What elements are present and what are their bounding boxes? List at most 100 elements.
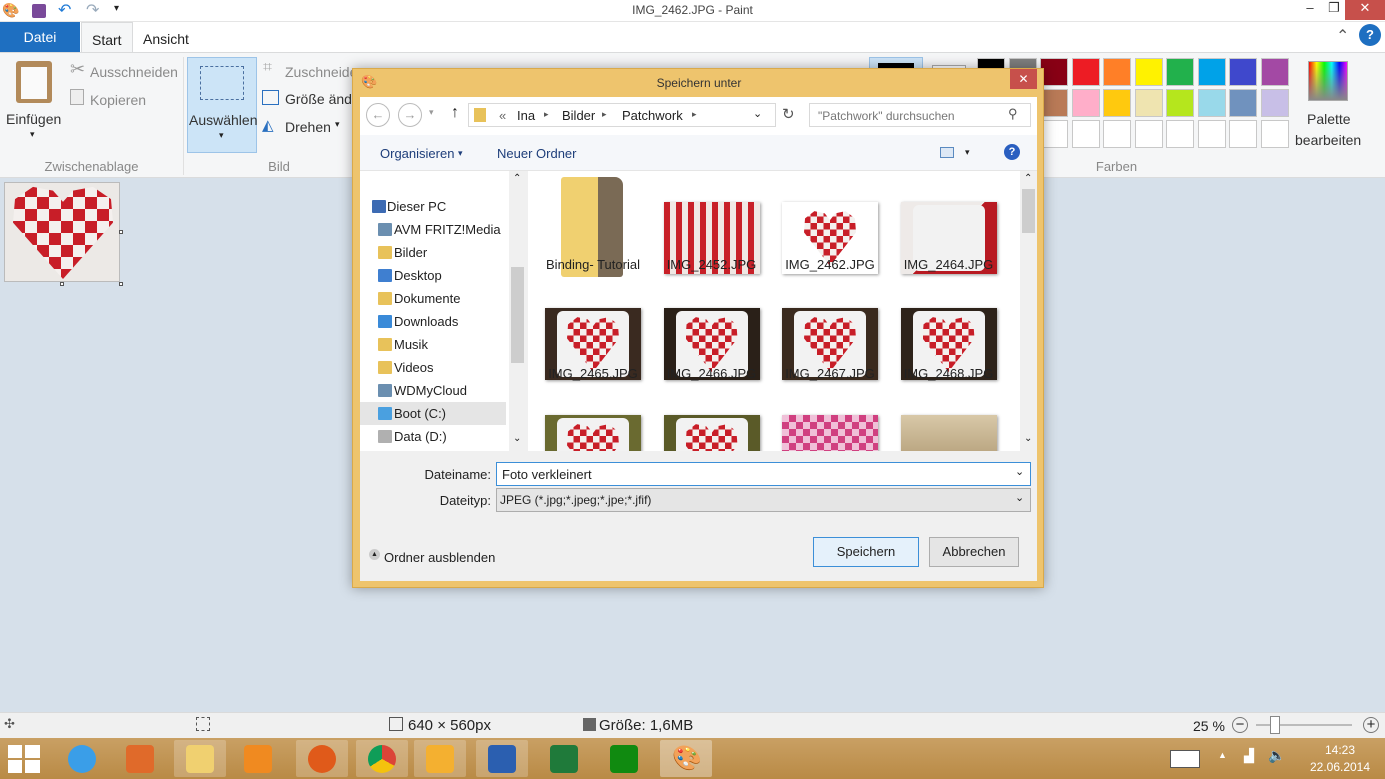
file-item[interactable]: IMG_2467.JPG: [771, 284, 889, 388]
show-hidden-icons[interactable]: ▲: [1218, 750, 1227, 760]
taskbar-file-explorer[interactable]: [174, 740, 226, 777]
color-swatch[interactable]: [1134, 58, 1163, 86]
collapse-ribbon-icon[interactable]: ⌃: [1336, 26, 1349, 46]
rotate-button[interactable]: Drehen: [285, 119, 331, 135]
nav-item[interactable]: WDMyCloud: [360, 379, 506, 402]
network-icon[interactable]: ▟: [1244, 748, 1254, 764]
chevron-up-icon[interactable]: ▲: [369, 549, 380, 560]
resize-handle[interactable]: [119, 282, 123, 286]
file-item[interactable]: [653, 391, 771, 451]
scroll-down-icon[interactable]: ⌄: [513, 433, 521, 444]
tab-datei[interactable]: Datei: [0, 22, 80, 52]
zoom-in-button[interactable]: +: [1363, 717, 1379, 733]
nav-item[interactable]: Downloads: [360, 310, 506, 333]
filetype-select[interactable]: JPEG (*.jpg;*.jpeg;*.jpe;*.jfif) ⌄: [496, 488, 1031, 512]
breadcrumb-ina[interactable]: Ina: [517, 108, 535, 123]
taskbar-outlook[interactable]: [414, 740, 466, 777]
nav-item[interactable]: Videos: [360, 356, 506, 379]
nav-scroll-thumb[interactable]: [511, 267, 524, 363]
breadcrumb-bilder[interactable]: Bilder: [562, 108, 595, 123]
taskbar-internet-explorer[interactable]: [56, 740, 108, 777]
file-item[interactable]: IMG_2465.JPG: [534, 284, 652, 388]
nav-item[interactable]: Desktop: [360, 264, 506, 287]
color-swatch[interactable]: [1040, 89, 1068, 117]
paste-button[interactable]: Einfügen: [6, 111, 61, 127]
color-swatch[interactable]: [1103, 89, 1131, 117]
recent-locations-icon[interactable]: ▾: [429, 107, 434, 118]
nav-item[interactable]: AVM FRITZ!Media: [360, 218, 506, 241]
chevron-right-icon[interactable]: ▸: [692, 109, 697, 120]
refresh-icon[interactable]: ↻: [782, 105, 795, 123]
color-swatch[interactable]: [1071, 58, 1100, 86]
nav-item[interactable]: Dokumente: [360, 287, 506, 310]
color-swatch[interactable]: [1260, 58, 1289, 86]
volume-icon[interactable]: 🔈: [1268, 747, 1285, 764]
color-swatch[interactable]: [1260, 89, 1289, 117]
nav-item[interactable]: Bilder: [360, 241, 506, 264]
taskbar-media-player[interactable]: [232, 740, 284, 777]
edit-palette-label-1[interactable]: Palette: [1307, 111, 1351, 127]
maximize-button[interactable]: ❐: [1320, 0, 1348, 20]
taskbar-firefox[interactable]: [296, 740, 348, 777]
rotate-dropdown-icon[interactable]: ▾: [335, 119, 340, 130]
back-button[interactable]: ←: [366, 103, 390, 127]
close-button[interactable]: ✕: [1345, 0, 1385, 20]
chevron-down-icon[interactable]: ⌄: [1015, 491, 1024, 504]
filename-input[interactable]: Foto verkleinert ⌄: [496, 462, 1031, 486]
color-swatch[interactable]: [1197, 120, 1226, 148]
clock-time[interactable]: 14:23: [1305, 743, 1375, 757]
file-item[interactable]: [890, 391, 1008, 451]
help-icon[interactable]: ?: [1004, 144, 1020, 160]
taskbar-word[interactable]: [476, 740, 528, 777]
new-folder-button[interactable]: Neuer Ordner: [497, 146, 576, 161]
color-swatch[interactable]: [1071, 120, 1100, 148]
chevron-down-icon[interactable]: ⌄: [1015, 465, 1024, 478]
nav-item[interactable]: Data (D:): [360, 425, 506, 448]
taskbar-paint[interactable]: 🎨: [660, 740, 712, 777]
color-swatch[interactable]: [1166, 89, 1194, 117]
files-scroll-thumb[interactable]: [1022, 189, 1035, 233]
file-item[interactable]: IMG_2466.JPG: [653, 284, 771, 388]
up-button[interactable]: ↑: [451, 104, 459, 122]
select-button[interactable]: Auswählen ▾: [187, 57, 258, 153]
zoom-out-button[interactable]: −: [1232, 717, 1248, 733]
file-item[interactable]: IMG_2468.JPG: [890, 284, 1008, 388]
edit-palette-label-2[interactable]: bearbeiten: [1295, 132, 1361, 148]
file-item[interactable]: [771, 391, 889, 451]
tab-start[interactable]: Start: [81, 22, 133, 52]
color-swatch[interactable]: [1134, 120, 1163, 148]
address-bar[interactable]: « Ina ▸ Bilder ▸ Patchwork ▸ ⌄: [468, 103, 776, 127]
dialog-close-button[interactable]: ✕: [1010, 69, 1037, 89]
nav-item[interactable]: Dieser PC: [360, 195, 506, 218]
hide-folders-button[interactable]: Ordner ausblenden: [384, 550, 495, 565]
help-icon[interactable]: ?: [1359, 24, 1381, 46]
taskbar-store[interactable]: [598, 740, 650, 777]
color-swatch[interactable]: [1229, 120, 1257, 148]
color-swatch[interactable]: [1260, 120, 1289, 148]
color-swatch[interactable]: [1197, 58, 1226, 86]
chevron-right-icon[interactable]: ▸: [544, 109, 549, 120]
scroll-up-icon[interactable]: ⌃: [1024, 173, 1032, 184]
copy-button[interactable]: Kopieren: [90, 92, 146, 108]
nav-item[interactable]: Boot (C:): [360, 402, 506, 425]
color-swatch[interactable]: [1166, 58, 1194, 86]
paste-dropdown-icon[interactable]: ▾: [30, 129, 35, 140]
file-item[interactable]: IMG_2464.JPG: [890, 177, 1008, 281]
taskbar-excel[interactable]: [538, 740, 590, 777]
cut-button[interactable]: Ausschneiden: [90, 64, 178, 80]
save-button[interactable]: Speichern: [813, 537, 919, 567]
search-input[interactable]: "Patchwork" durchsuchen ⚲: [809, 103, 1031, 127]
taskbar-chrome[interactable]: [356, 740, 408, 777]
nav-item[interactable]: Musik: [360, 333, 506, 356]
nav-scrollbar[interactable]: ⌃ ⌄: [509, 171, 526, 451]
tab-ansicht[interactable]: Ansicht: [133, 22, 199, 52]
color-swatch[interactable]: [1197, 89, 1226, 117]
color-swatch[interactable]: [1134, 89, 1163, 117]
color-swatch[interactable]: [1229, 89, 1257, 117]
file-item[interactable]: IMG_2452.JPG: [653, 177, 771, 281]
file-item[interactable]: IMG_2462.JPG: [771, 177, 889, 281]
forward-button[interactable]: →: [398, 103, 422, 127]
organize-button[interactable]: Organisieren: [380, 146, 454, 161]
color-swatch[interactable]: [1040, 120, 1068, 148]
zoom-slider-thumb[interactable]: [1270, 716, 1281, 734]
